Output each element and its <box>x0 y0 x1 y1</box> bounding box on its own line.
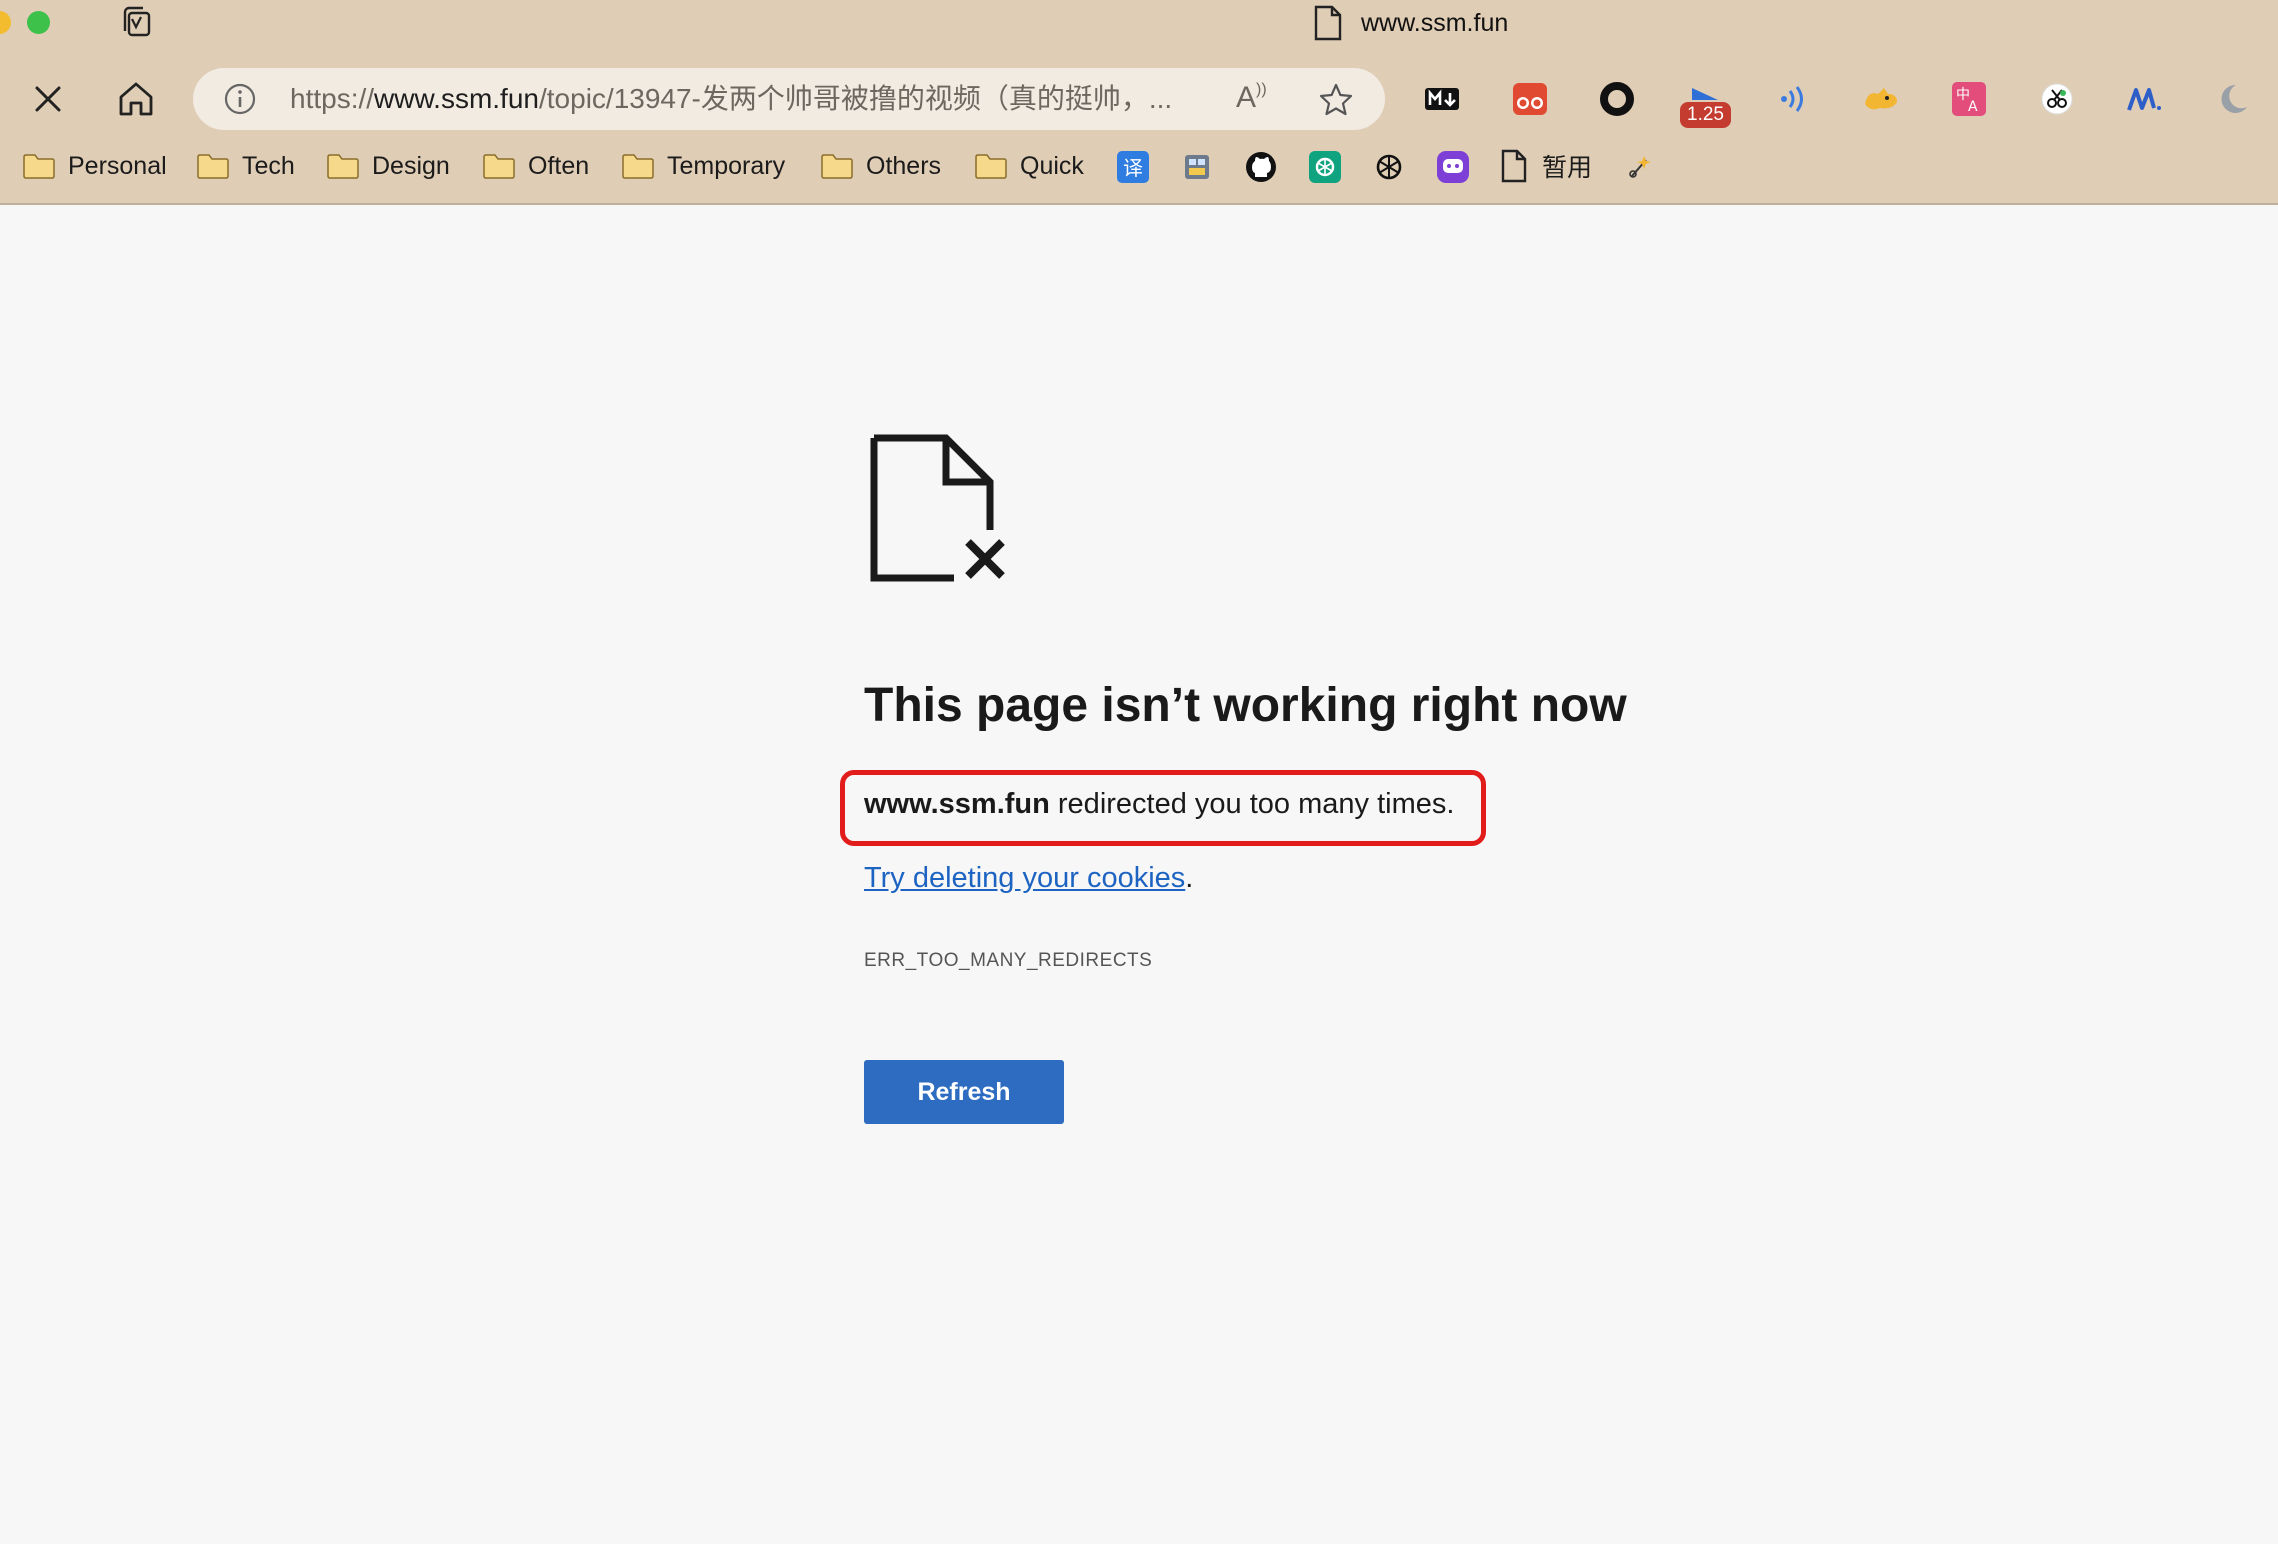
address-bar[interactable]: https://www.ssm.fun/topic/13947-发两个帅哥被撸的… <box>193 68 1385 130</box>
bookmark-folder-tech[interactable]: Tech <box>197 146 295 186</box>
bookmark-folder-temporary[interactable]: Temporary <box>622 146 785 186</box>
error-code: ERR_TOO_MANY_REDIRECTS <box>864 950 1153 971</box>
home-button[interactable] <box>113 76 159 122</box>
tab-actions-icon[interactable] <box>118 4 156 42</box>
translate-extension-icon[interactable]: 中A <box>1949 79 1989 119</box>
maximize-window-button[interactable] <box>27 11 50 34</box>
site-info-icon[interactable] <box>223 82 257 116</box>
bookmark-label: Design <box>372 151 450 180</box>
folder-icon <box>197 154 229 179</box>
bookmark-chat-app-icon[interactable] <box>1436 150 1470 184</box>
folder-icon <box>622 154 654 179</box>
audio-extension-icon[interactable] <box>1773 79 1813 119</box>
suggestion-suffix: . <box>1185 862 1194 894</box>
page-icon <box>1501 149 1527 183</box>
active-tab[interactable]: www.ssm.fun <box>1313 4 1508 42</box>
bookmark-label: Personal <box>68 151 167 180</box>
bookmark-label: Often <box>528 151 590 180</box>
bookmark-folder-design[interactable]: Design <box>327 146 450 186</box>
tab-title: www.ssm.fun <box>1361 8 1509 37</box>
page-icon <box>1314 5 1342 41</box>
bookmark-label: Others <box>866 151 942 180</box>
error-message: www.ssm.fun redirected you too many time… <box>864 788 1454 821</box>
browser-chrome: www.ssm.fun https://www.ssm.fun/topic/13… <box>0 0 2278 205</box>
svg-text:A: A <box>1968 99 1978 115</box>
read-aloud-label: A <box>1236 81 1257 114</box>
stop-loading-button[interactable] <box>25 76 71 122</box>
markdown-extension-icon[interactable] <box>1422 79 1462 119</box>
bookmark-label: 暂用 <box>1542 154 1593 182</box>
reader-extension-icon[interactable] <box>1510 79 1550 119</box>
bookmarks-bar: Personal Tech Design Often Temporary Oth… <box>0 146 2278 186</box>
bookmark-sparkle-icon[interactable] <box>1622 150 1656 184</box>
error-suggestion: Try deleting your cookies. <box>864 862 1193 895</box>
favorite-star-icon[interactable] <box>1317 81 1355 119</box>
bookmark-grid-app-icon[interactable] <box>1180 150 1214 184</box>
url-path: /topic/13947-发两个帅哥被撸的视频（真的挺帅，... <box>538 83 1173 114</box>
broken-page-icon <box>870 434 1005 582</box>
error-message-text: redirected you too many times. <box>1049 788 1455 820</box>
folder-icon <box>483 154 515 179</box>
delete-cookies-link[interactable]: Try deleting your cookies <box>864 862 1185 894</box>
bookmark-chatgpt-icon[interactable] <box>1372 150 1406 184</box>
error-headline: This page isn’t working right now <box>864 679 1627 732</box>
error-domain: www.ssm.fun <box>864 788 1050 820</box>
folder-icon <box>23 154 55 179</box>
moon-extension-icon[interactable] <box>2213 79 2253 119</box>
bookmark-translate-icon[interactable]: 译 <box>1116 150 1150 184</box>
refresh-button[interactable]: Refresh <box>864 1060 1064 1124</box>
bookmark-page-temp[interactable]: 暂用 <box>1500 146 1592 186</box>
folder-icon <box>975 154 1007 179</box>
bookmark-chatgpt-green-icon[interactable] <box>1308 150 1342 184</box>
url-domain: www.ssm.fun <box>374 83 539 114</box>
bookmark-label: Temporary <box>667 151 786 180</box>
bookmark-folder-others[interactable]: Others <box>821 146 941 186</box>
minimize-window-button[interactable] <box>0 11 11 34</box>
translate-label: 译 <box>1123 156 1143 180</box>
bookmark-label: Tech <box>242 151 295 180</box>
scissors-extension-icon[interactable] <box>2037 79 2077 119</box>
notes-extension-icon[interactable] <box>2125 79 2165 119</box>
bookmark-folder-quick[interactable]: Quick <box>975 146 1084 186</box>
ring-extension-icon[interactable] <box>1597 79 1637 119</box>
bookmark-folder-personal[interactable]: Personal <box>23 146 167 186</box>
url-text[interactable]: https://www.ssm.fun/topic/13947-发两个帅哥被撸的… <box>290 82 1210 116</box>
tampermonkey-extension-icon[interactable] <box>1861 79 1901 119</box>
bookmark-folder-often[interactable]: Often <box>483 146 589 186</box>
folder-icon <box>821 154 853 179</box>
folder-icon <box>327 154 359 179</box>
read-aloud-icon[interactable]: A)) <box>1236 81 1267 115</box>
bookmark-label: Quick <box>1020 151 1084 180</box>
bookmark-github-icon[interactable] <box>1244 150 1278 184</box>
url-scheme: https:// <box>290 83 375 114</box>
speed-badge: 1.25 <box>1680 102 1731 128</box>
